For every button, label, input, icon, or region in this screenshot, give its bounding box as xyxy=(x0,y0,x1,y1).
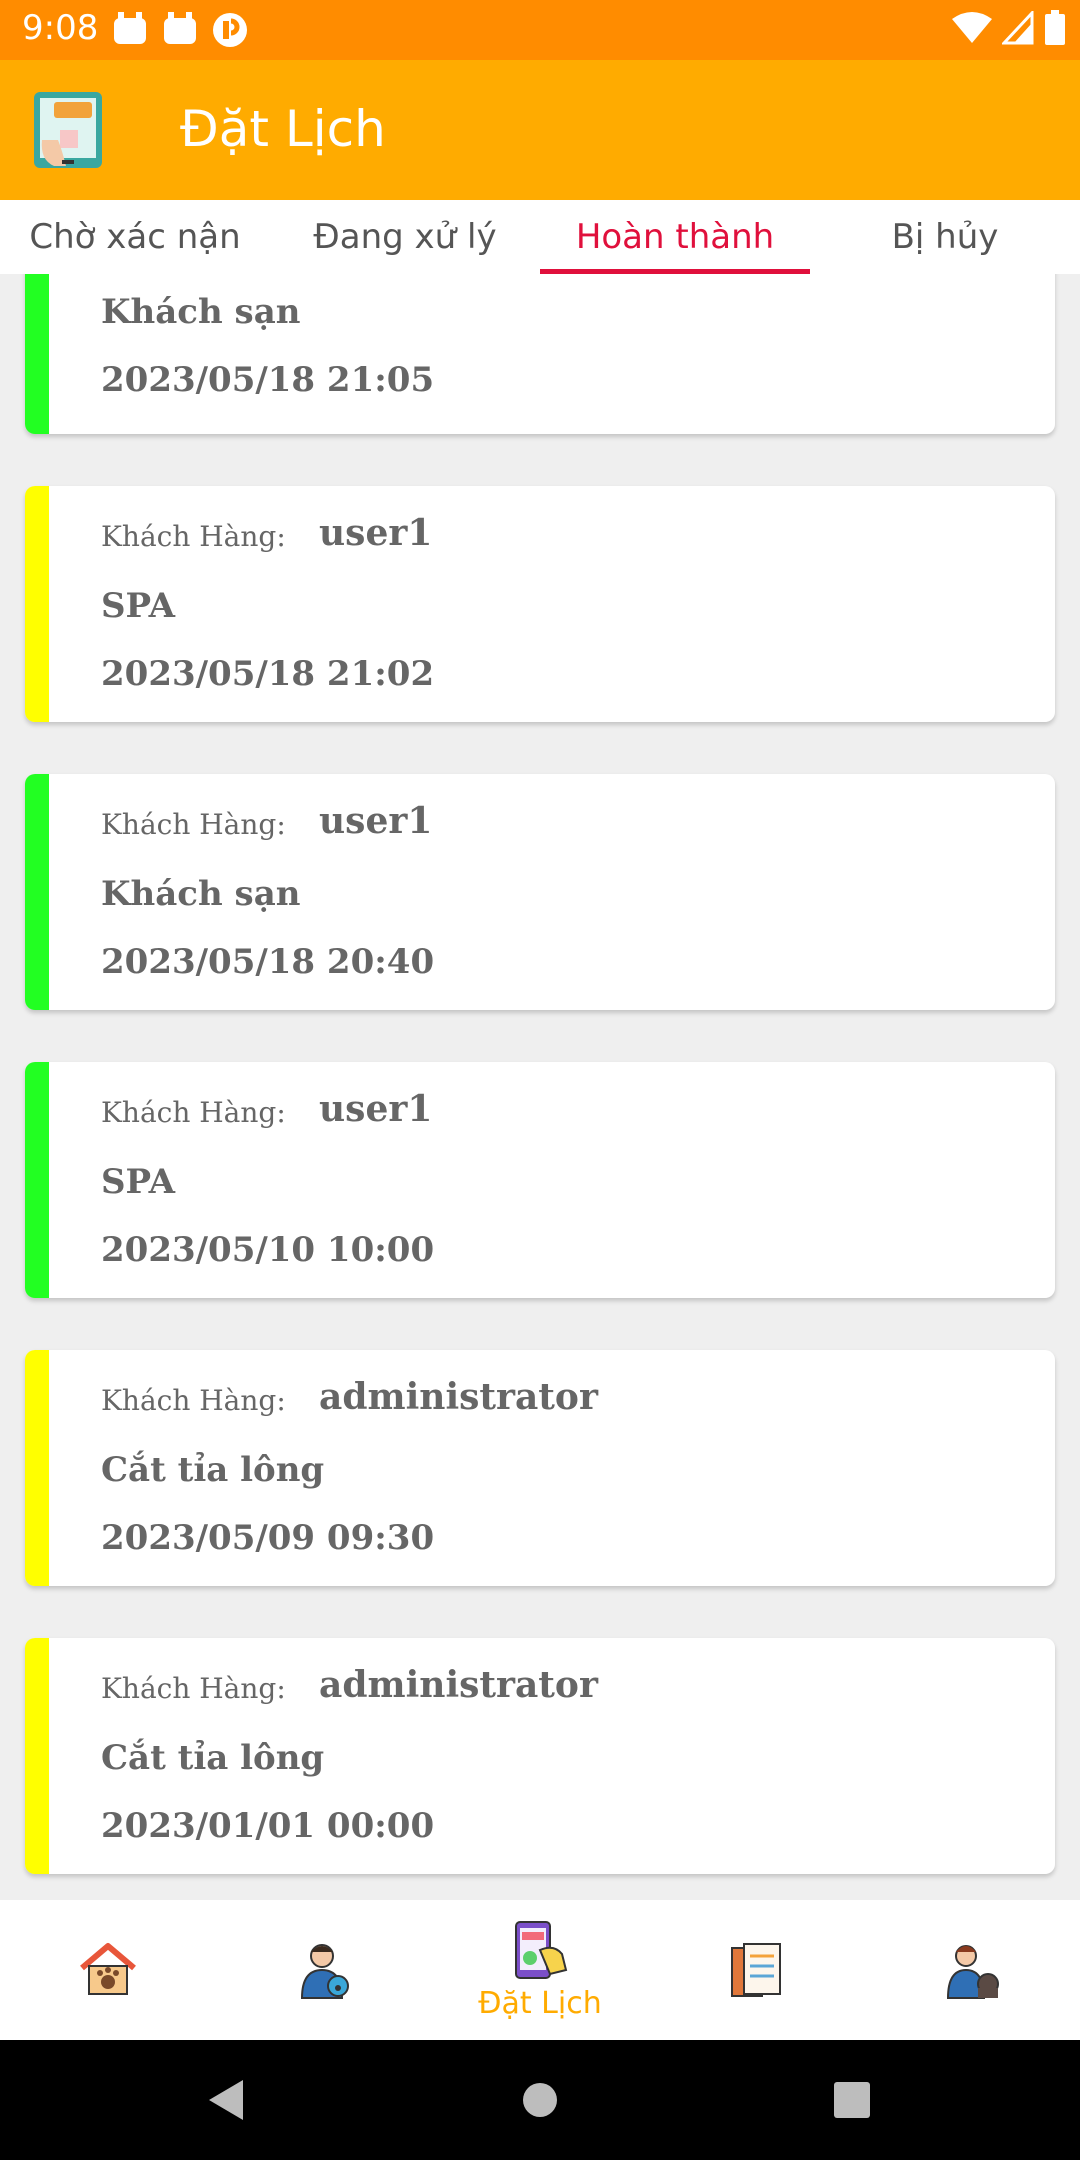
tab-processing[interactable]: Đang xử lý xyxy=(270,200,540,274)
service-name: Khách sạn xyxy=(101,292,301,332)
tab-cancelled[interactable]: Bị hủy xyxy=(810,200,1080,274)
booking-datetime: 2023/05/18 20:40 xyxy=(101,942,435,982)
booking-icon xyxy=(515,1921,568,1979)
status-indicator xyxy=(25,1062,49,1298)
notification-android-icon xyxy=(164,12,196,44)
customer-name: user1 xyxy=(319,800,433,842)
nav-item-booking[interactable]: Đặt Lịch xyxy=(432,1900,648,2040)
booking-card[interactable]: Khách Hàng: user1 SPA 2023/05/10 10:00 xyxy=(25,1062,1055,1298)
app-bar: Đặt Lịch xyxy=(0,60,1080,200)
service-name: Cắt tỉa lông xyxy=(101,1450,325,1490)
customer-label: Khách Hàng: xyxy=(101,1384,286,1417)
customer-label: Khách Hàng: xyxy=(101,1096,286,1129)
system-status-icons xyxy=(952,10,1066,46)
page-title: Đặt Lịch xyxy=(180,100,386,158)
status-time: 9:08 xyxy=(22,8,99,48)
nav-label-booking: Đặt Lịch xyxy=(478,1986,602,2021)
notification-app-icon xyxy=(213,13,247,47)
clipboard-icon xyxy=(731,1943,781,1997)
booking-card[interactable]: Khách Hàng: administrator Cắt tỉa lông 2… xyxy=(25,1638,1055,1874)
nav-item-home[interactable] xyxy=(0,1900,216,2040)
wifi-icon xyxy=(952,12,992,43)
service-name: Khách sạn xyxy=(101,874,301,914)
customer-name: user1 xyxy=(319,512,433,554)
back-icon[interactable] xyxy=(205,2078,245,2122)
notification-android-icon xyxy=(114,12,146,44)
customer-label: Khách Hàng: xyxy=(101,520,286,553)
tab-completed[interactable]: Hoàn thành xyxy=(540,200,810,274)
booking-datetime: 2023/01/01 00:00 xyxy=(101,1806,435,1846)
customer-name: administrator xyxy=(319,1376,598,1418)
service-name: SPA xyxy=(101,1162,176,1202)
customer-label: Khách Hàng: xyxy=(101,1672,286,1705)
notification-icons xyxy=(112,12,248,48)
booking-card[interactable]: Khách Hàng: administrator Cắt tỉa lông 2… xyxy=(25,1350,1055,1586)
booking-datetime: 2023/05/09 09:30 xyxy=(101,1518,435,1558)
booking-datetime: 2023/05/18 21:05 xyxy=(101,360,435,400)
status-indicator xyxy=(25,274,49,434)
battery-icon xyxy=(1045,10,1065,45)
nav-item-records[interactable] xyxy=(648,1900,864,2040)
customer-name: administrator xyxy=(319,1664,598,1706)
nav-item-profile[interactable] xyxy=(864,1900,1080,2040)
signal-icon xyxy=(1002,11,1034,45)
service-name: SPA xyxy=(101,586,176,626)
recents-icon[interactable] xyxy=(832,2080,872,2120)
pet-owner-icon xyxy=(946,1945,999,1999)
booking-card[interactable]: Khách Hàng: user1 Khách sạn 2023/05/18 2… xyxy=(25,774,1055,1010)
bottom-navigation: Đặt Lịch xyxy=(0,1900,1080,2040)
status-indicator xyxy=(25,774,49,1010)
status-indicator xyxy=(25,1350,49,1586)
nav-item-veterinarian[interactable] xyxy=(216,1900,432,2040)
veterinarian-icon xyxy=(300,1944,349,1999)
booking-datetime: 2023/05/18 21:02 xyxy=(101,654,435,694)
status-tabs: Chờ xác nận Đang xử lý Hoàn thành Bị hủy xyxy=(0,200,1080,274)
pet-house-icon xyxy=(80,1943,136,1995)
customer-label: Khách Hàng: xyxy=(101,808,286,841)
booking-card[interactable]: Khách sạn 2023/05/18 21:05 xyxy=(25,274,1055,434)
booking-list[interactable]: Khách sạn 2023/05/18 21:05 Khách Hàng: u… xyxy=(0,274,1080,1900)
tab-pending[interactable]: Chờ xác nận xyxy=(0,200,270,274)
status-bar: 9:08 xyxy=(0,0,1080,60)
status-indicator xyxy=(25,1638,49,1874)
book-app-logo-icon xyxy=(34,92,102,168)
status-indicator xyxy=(25,486,49,722)
booking-card[interactable]: Khách Hàng: user1 SPA 2023/05/18 21:02 xyxy=(25,486,1055,722)
service-name: Cắt tỉa lông xyxy=(101,1738,325,1778)
home-icon[interactable] xyxy=(520,2080,560,2120)
system-navigation-bar xyxy=(0,2040,1080,2160)
customer-name: user1 xyxy=(319,1088,433,1130)
booking-datetime: 2023/05/10 10:00 xyxy=(101,1230,435,1270)
